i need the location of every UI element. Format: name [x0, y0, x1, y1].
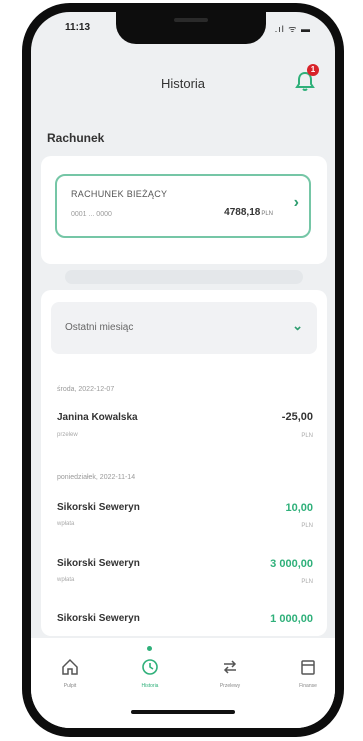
chevron-down-icon: ⌄ — [292, 318, 303, 333]
account-number: 0001 ... 0000 — [71, 211, 112, 218]
tab-label: Finanse — [299, 683, 317, 689]
tab-finanse[interactable]: Finanse — [283, 658, 333, 689]
divider-strip — [65, 270, 303, 284]
account-balance: 4788,18PLN — [224, 207, 273, 218]
transaction-name: Janina Kowalska — [57, 412, 138, 423]
date-header: środa, 2022-12-07 — [57, 386, 115, 393]
history-panel: Ostatni miesiąc ⌄ środa, 2022-12-07 Jani… — [41, 290, 327, 636]
transaction-name: Sikorski Seweryn — [57, 613, 140, 624]
period-filter-dropdown[interactable]: Ostatni miesiąc ⌄ — [51, 302, 317, 354]
tab-label: Historia — [141, 683, 159, 689]
home-icon — [62, 658, 78, 675]
transaction-currency: PLN — [301, 523, 313, 529]
transaction-type: wpłata — [57, 577, 75, 583]
status-icons: .ıl ᯤ ▬ — [274, 24, 311, 34]
notifications-button[interactable]: 1 — [295, 64, 319, 92]
section-label-account: Rachunek — [47, 131, 105, 145]
transaction-amount: -25,00 — [281, 411, 313, 423]
transaction-type: wpłata — [57, 521, 75, 527]
period-filter-label: Ostatni miesiąc — [65, 322, 134, 333]
transaction-amount: 3 000,00 — [270, 558, 313, 570]
home-indicator — [131, 710, 235, 714]
tab-label: Pulpit — [63, 683, 77, 689]
account-panel: RACHUNEK BIEŻĄCY 0001 ... 0000 4788,18PL… — [41, 156, 327, 264]
tab-przelewy[interactable]: Przelewy — [205, 658, 255, 689]
transaction-name: Sikorski Seweryn — [57, 502, 140, 513]
tab-pulpit[interactable]: Pulpit — [45, 658, 95, 689]
transaction-currency: PLN — [301, 579, 313, 585]
date-header: poniedziałek, 2022-11-14 — [57, 474, 136, 481]
transaction-currency: PLN — [301, 433, 313, 439]
account-name: RACHUNEK BIEŻĄCY — [71, 189, 168, 199]
account-currency: PLN — [261, 211, 273, 217]
notification-badge: 1 — [307, 64, 319, 76]
page-title: Historia — [160, 76, 206, 91]
chevron-right-icon: › — [293, 194, 299, 211]
transaction-amount: 1 000,00 — [270, 613, 313, 625]
account-balance-value: 4788,18 — [224, 207, 261, 218]
tab-label: Przelewy — [219, 683, 241, 689]
active-tab-indicator — [147, 646, 152, 651]
transfer-icon — [223, 660, 237, 674]
tab-bar: Pulpit Historia Przelewy Finanse — [31, 638, 335, 728]
tab-historia[interactable]: Historia — [125, 658, 175, 689]
transaction-type: przelew — [57, 432, 78, 438]
transaction-name: Sikorski Seweryn — [57, 558, 140, 569]
account-card[interactable]: RACHUNEK BIEŻĄCY 0001 ... 0000 4788,18PL… — [55, 174, 311, 238]
speaker-grille — [174, 18, 208, 22]
notch — [116, 12, 266, 44]
finance-icon — [301, 660, 315, 675]
phone-frame: 11:13 .ıl ᯤ ▬ Historia 1 Rachunek RACHUN… — [22, 3, 344, 737]
history-icon — [142, 659, 158, 675]
transaction-amount: 10,00 — [285, 502, 313, 514]
status-time: 11:13 — [65, 22, 91, 33]
